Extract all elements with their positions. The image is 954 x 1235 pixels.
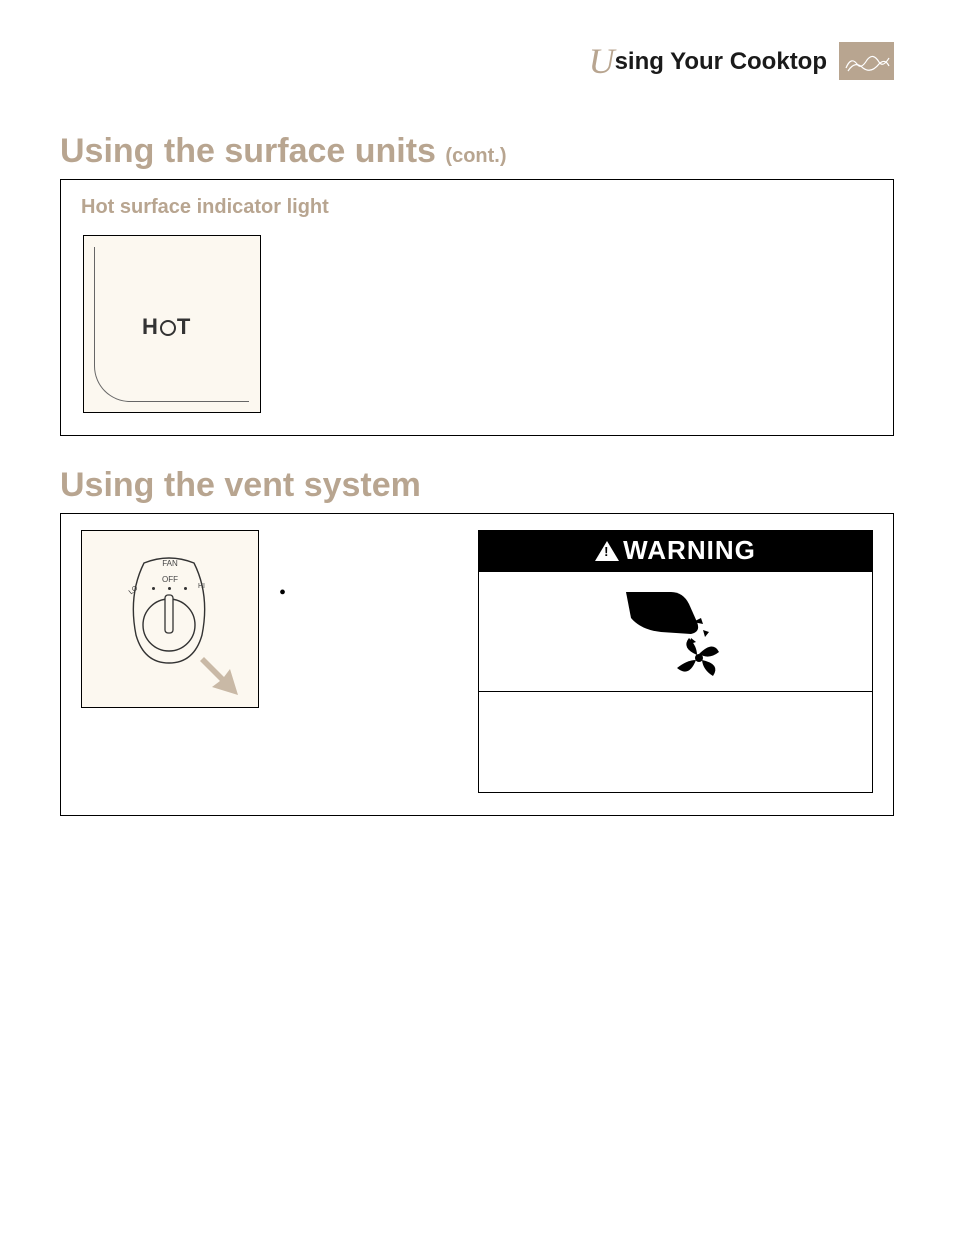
arrow-down-right-icon [198, 651, 244, 697]
page-header: Using Your Cooktop [60, 40, 894, 82]
heading-text: Using the surface units [60, 132, 436, 170]
brand-logo [839, 42, 894, 80]
warning-header: WARNING [479, 531, 872, 572]
hot-indicator-label: H T [142, 314, 191, 340]
hot-h: H [142, 314, 159, 340]
warning-label: WARNING [623, 535, 756, 566]
hot-o-icon [160, 320, 176, 336]
warning-box: WARNING [478, 530, 873, 793]
vent-system-box: FAN OFF LO HI • WARNING [60, 513, 894, 816]
page-title: Using Your Cooktop [589, 40, 827, 82]
title-rest: sing Your Cooktop [615, 48, 827, 75]
heading-cont: (cont.) [445, 145, 506, 167]
warning-graphic-area [479, 572, 872, 692]
warning-triangle-icon [595, 541, 619, 561]
warning-text-area [479, 692, 872, 792]
hand-fan-hazard-icon [621, 582, 731, 682]
hot-t: T [177, 314, 191, 340]
knob-icon [124, 555, 214, 665]
bullet-point: • [279, 530, 299, 605]
fan-knob-diagram: FAN OFF LO HI [81, 530, 259, 708]
title-script-letter: U [589, 41, 615, 81]
signature-icon [843, 46, 891, 76]
section-heading-vent-system: Using the vent system [60, 466, 894, 505]
sub-heading-hot-indicator: Hot surface indicator light [81, 196, 873, 219]
surface-units-box: Hot surface indicator light H T [60, 179, 894, 436]
section-heading-surface-units: Using the surface units (cont.) [60, 132, 894, 171]
hot-surface-diagram: H T [83, 235, 261, 413]
vent-row: FAN OFF LO HI • WARNING [81, 530, 873, 793]
